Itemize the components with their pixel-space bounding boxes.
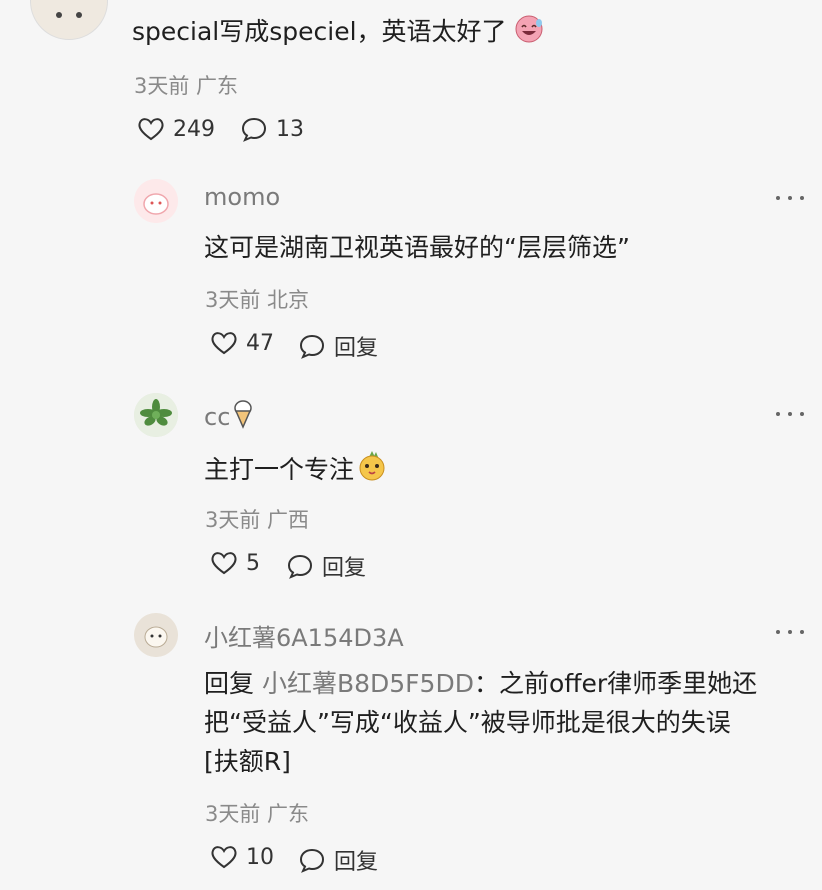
top-commenter-avatar[interactable] (30, 0, 108, 40)
reply-text-line1: 回复 小红薯B8D5F5DD：之前offer律师季里她还 (204, 664, 757, 700)
like-count-cc: 5 (246, 550, 260, 576)
reply-button-momo[interactable]: 回复 (298, 330, 378, 362)
heart-icon (211, 332, 237, 355)
dot-icon (800, 196, 804, 200)
reply-meta-momo: 3天前 北京 (205, 288, 310, 312)
username-xiaohongshu[interactable]: 小红薯6A154D3A (204, 618, 404, 653)
top-comment-text: special写成speciel，英语太好了 (132, 12, 544, 50)
avatar-xiaohongshu[interactable] (134, 613, 178, 657)
laughing-face-icon (514, 14, 544, 50)
reply-meta-xiaohongshu: 3天前 广东 (205, 802, 310, 826)
heart-icon (211, 846, 237, 869)
avatar-cc[interactable] (134, 393, 178, 437)
dot-icon (788, 630, 792, 634)
ice-cream-icon (232, 399, 254, 435)
like-count-momo: 47 (246, 330, 274, 356)
username-momo[interactable]: momo (204, 183, 280, 211)
reply-text-line3: [扶额R] (204, 747, 291, 776)
more-options-button[interactable] (776, 188, 804, 208)
username-cc[interactable]: cc (204, 403, 230, 431)
dot-icon (788, 412, 792, 416)
reply-label-cc: 回复 (322, 556, 367, 581)
reply-text-momo: 这可是湖南卫视英语最好的“层层筛选” (204, 233, 630, 262)
username-cc-wrap[interactable]: cc (204, 399, 254, 435)
comment-bubble-icon (241, 117, 267, 142)
like-button-xiaohongshu[interactable]: 10 (210, 844, 274, 870)
more-options-button[interactable] (776, 404, 804, 424)
top-like-count: 249 (173, 116, 215, 142)
top-like-button[interactable]: 249 (137, 116, 215, 142)
more-options-button[interactable] (776, 622, 804, 642)
dot-icon (788, 196, 792, 200)
like-count-xiaohongshu: 10 (246, 844, 274, 870)
top-comment-replies-button[interactable]: 13 (240, 116, 304, 142)
reply-text-cc: 主打一个专注 (204, 455, 355, 484)
top-comment-meta: 3天前 广东 (134, 74, 239, 98)
reply-text-part1: ：之前offer律师季里她还 (473, 669, 758, 698)
reply-meta-cc: 3天前 广西 (205, 508, 310, 532)
dot-icon (776, 196, 780, 200)
dot-icon (800, 630, 804, 634)
comment-bubble-icon (299, 334, 325, 359)
heart-icon (138, 118, 164, 141)
heart-icon (211, 552, 237, 575)
dot-icon (776, 412, 780, 416)
comment-bubble-icon (299, 848, 325, 873)
reply-text-cc-wrap: 主打一个专注 (204, 449, 388, 487)
reply-label-momo: 回复 (334, 336, 379, 361)
reply-target-user[interactable]: 小红薯B8D5F5DD (262, 669, 474, 698)
avatar-momo[interactable] (134, 179, 178, 223)
top-comment-body: special写成speciel，英语太好了 (132, 17, 507, 46)
dot-icon (776, 630, 780, 634)
reply-text-line2: 把“受益人”写成“收益人”被导师批是很大的失误 (204, 708, 731, 737)
pineapple-face-icon (356, 449, 388, 487)
top-replies-count: 13 (276, 116, 304, 142)
like-button-momo[interactable]: 47 (210, 330, 274, 356)
reply-label-xiaohongshu: 回复 (334, 850, 379, 875)
comment-bubble-icon (287, 554, 313, 579)
reply-button-xiaohongshu[interactable]: 回复 (298, 844, 378, 876)
like-button-cc[interactable]: 5 (210, 550, 260, 576)
reply-button-cc[interactable]: 回复 (286, 550, 366, 582)
dot-icon (800, 412, 804, 416)
reply-prefix: 回复 (204, 669, 255, 698)
